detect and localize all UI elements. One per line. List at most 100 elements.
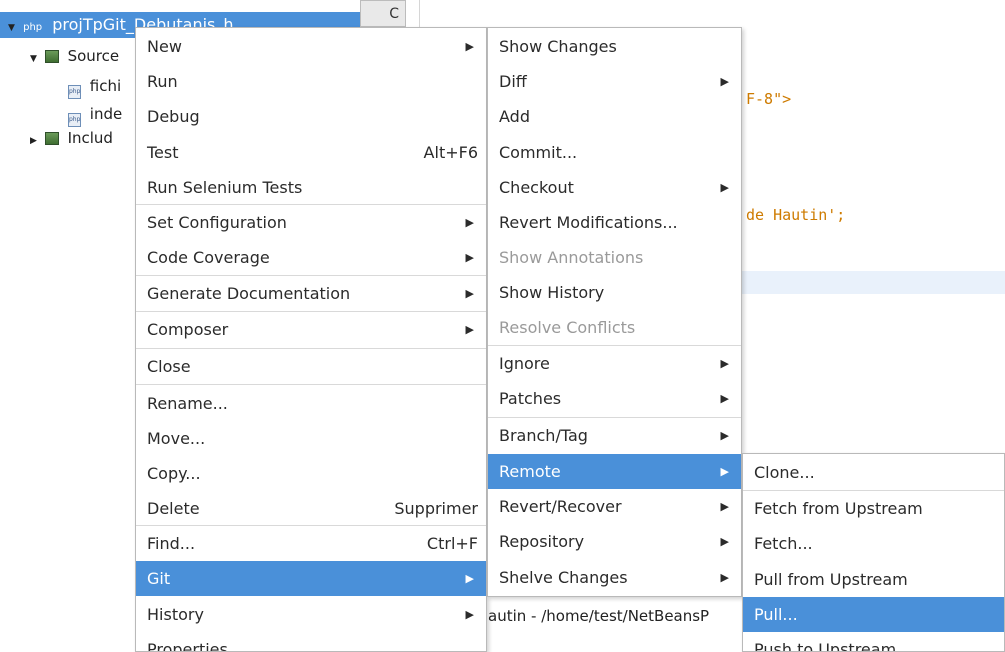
menu-item-show-history[interactable]: Show History — [488, 275, 741, 310]
menu-item-run[interactable]: Run — [136, 64, 486, 99]
menu-item-label: Branch/Tag — [499, 426, 588, 445]
menu-item-close[interactable]: Close — [136, 349, 486, 384]
menu-item-new[interactable]: New ▶ — [136, 29, 486, 64]
menu-item-fetch-from-upstream[interactable]: Fetch from Upstream — [743, 491, 1004, 526]
menu-item-set-configuration[interactable]: Set Configuration ▶ — [136, 205, 486, 240]
menu-item-pull-from-upstream[interactable]: Pull from Upstream — [743, 562, 1004, 597]
menu-item-repository[interactable]: Repository ▶ — [488, 524, 741, 559]
menu-item-checkout[interactable]: Checkout ▶ — [488, 170, 741, 205]
menu-item-remote[interactable]: Remote ▶ — [488, 454, 741, 489]
collapse-triangle-icon[interactable]: ▶ — [30, 128, 40, 154]
menu-item-composer[interactable]: Composer ▶ — [136, 312, 486, 347]
menu-item-label: Add — [499, 107, 530, 126]
tree-item-file[interactable]: php fichi — [68, 73, 121, 99]
submenu-arrow-icon: ▶ — [720, 429, 729, 442]
tree-item-source-files[interactable]: ▼ Source — [30, 43, 119, 69]
menu-item-label: Composer — [147, 320, 229, 339]
menu-item-label: Pull... — [754, 605, 798, 624]
submenu-arrow-icon: ▶ — [465, 251, 474, 264]
submenu-arrow-icon: ▶ — [720, 465, 729, 478]
menu-item-diff[interactable]: Diff ▶ — [488, 64, 741, 99]
menu-item-label: Show Annotations — [499, 248, 644, 267]
tree-item-label: inde — [89, 105, 123, 123]
menu-item-label: History — [147, 605, 204, 624]
menu-item-label: Delete — [147, 499, 200, 518]
menu-separator — [136, 384, 486, 385]
code-line: F-8"> — [746, 90, 792, 108]
menu-item-generate-documentation[interactable]: Generate Documentation ▶ — [136, 276, 486, 311]
menu-item-label: Git — [147, 569, 171, 588]
menu-item-label: Pull from Upstream — [754, 570, 908, 589]
menu-item-label: Run — [147, 72, 178, 91]
expand-triangle-icon[interactable]: ▼ — [30, 46, 40, 72]
php-project-icon: php — [23, 22, 43, 33]
context-menu: New ▶ Run Debug Test Alt+F6 Run Selenium T… — [135, 27, 487, 652]
remote-submenu: Clone... Fetch from Upstream Fetch... Pu… — [742, 453, 1005, 652]
menu-item-label: Close — [147, 357, 191, 376]
menu-item-label: Show History — [499, 283, 605, 302]
menu-item-label: Test — [147, 143, 179, 162]
menu-item-patches[interactable]: Patches ▶ — [488, 381, 741, 416]
tree-item-include-path[interactable]: ▶ Includ — [30, 125, 113, 151]
submenu-arrow-icon: ▶ — [465, 40, 474, 53]
menu-item-label: Run Selenium Tests — [147, 178, 303, 197]
menu-item-commit[interactable]: Commit... — [488, 135, 741, 170]
menu-item-label: Push to Upstream — [754, 640, 897, 652]
menu-item-rename[interactable]: Rename... — [136, 386, 486, 421]
menu-item-label: Fetch... — [754, 534, 813, 553]
menu-item-run-selenium-tests[interactable]: Run Selenium Tests — [136, 170, 486, 205]
menu-item-show-changes[interactable]: Show Changes — [488, 29, 741, 64]
menu-item-label: Revert/Recover — [499, 497, 622, 516]
menu-item-pull[interactable]: Pull... — [743, 597, 1004, 632]
menu-item-label: Ignore — [499, 354, 550, 373]
menu-item-fetch[interactable]: Fetch... — [743, 526, 1004, 561]
shortcut-label: Ctrl+F — [426, 534, 478, 553]
php-file-icon: php — [68, 85, 81, 99]
menu-item-label: Fetch from Upstream — [754, 499, 923, 518]
submenu-arrow-icon: ▶ — [720, 392, 729, 405]
menu-item-label: Checkout — [499, 178, 574, 197]
menu-item-label: Remote — [499, 462, 561, 481]
menu-item-properties[interactable]: Properties — [136, 632, 486, 652]
submenu-arrow-icon: ▶ — [465, 287, 474, 300]
expand-triangle-icon[interactable]: ▼ — [0, 15, 18, 41]
menu-item-label: Clone... — [754, 463, 815, 482]
editor-tab-stub[interactable]: C — [360, 0, 406, 27]
menu-item-label: Shelve Changes — [499, 568, 628, 587]
menu-item-show-annotations: Show Annotations — [488, 240, 741, 275]
menu-item-shelve-changes[interactable]: Shelve Changes ▶ — [488, 560, 741, 595]
menu-item-label: Properties — [147, 640, 228, 652]
submenu-arrow-icon: ▶ — [465, 608, 474, 621]
menu-item-history[interactable]: History ▶ — [136, 597, 486, 632]
menu-item-git[interactable]: Git ▶ — [136, 561, 486, 596]
menu-item-move[interactable]: Move... — [136, 421, 486, 456]
tree-item-label: Includ — [67, 129, 113, 147]
menu-item-revert-recover[interactable]: Revert/Recover ▶ — [488, 489, 741, 524]
git-submenu: Show Changes Diff ▶ Add Commit... Checkou… — [487, 27, 742, 597]
menu-item-label: Rename... — [147, 394, 228, 413]
menu-item-branch-tag[interactable]: Branch/Tag ▶ — [488, 418, 741, 453]
shortcut-label: Alt+F6 — [423, 143, 478, 162]
menu-item-clone[interactable]: Clone... — [743, 455, 1004, 490]
tree-item-file[interactable]: php inde — [68, 101, 122, 127]
menu-item-code-coverage[interactable]: Code Coverage ▶ — [136, 240, 486, 275]
tree-item-label: Source — [67, 47, 120, 65]
menu-item-delete[interactable]: Delete Supprimer — [136, 491, 486, 526]
menu-item-label: Find... — [147, 534, 196, 553]
menu-item-debug[interactable]: Debug — [136, 99, 486, 134]
menu-item-label: Generate Documentation — [147, 284, 351, 303]
menu-item-label: Resolve Conflicts — [499, 318, 636, 337]
menu-item-add[interactable]: Add — [488, 99, 741, 134]
source-package-icon — [44, 50, 59, 63]
menu-item-revert-modifications[interactable]: Revert Modifications... — [488, 205, 741, 240]
shortcut-label: Supprimer — [394, 499, 478, 518]
menu-item-push-to-upstream[interactable]: Push to Upstream — [743, 632, 1004, 652]
submenu-arrow-icon: ▶ — [465, 323, 474, 336]
menu-item-label: Show Changes — [499, 37, 617, 56]
menu-item-find[interactable]: Find... Ctrl+F — [136, 526, 486, 561]
menu-item-label: Debug — [147, 107, 200, 126]
submenu-arrow-icon: ▶ — [720, 75, 729, 88]
menu-item-ignore[interactable]: Ignore ▶ — [488, 346, 741, 381]
menu-item-test[interactable]: Test Alt+F6 — [136, 135, 486, 170]
menu-item-copy[interactable]: Copy... — [136, 456, 486, 491]
